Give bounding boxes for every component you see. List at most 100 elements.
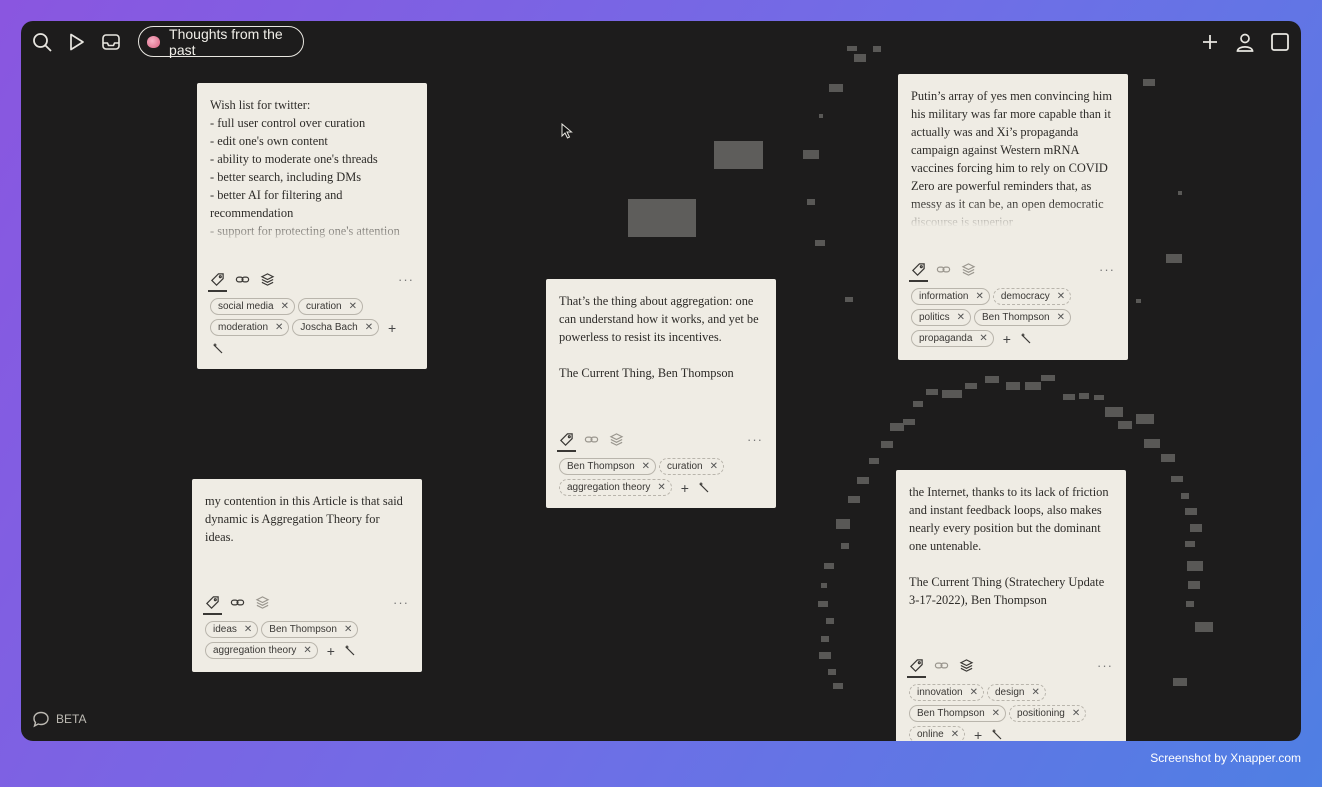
- remove-tag-icon[interactable]: ✕: [344, 624, 352, 635]
- remove-tag-icon[interactable]: ✕: [275, 322, 283, 333]
- tag-chip[interactable]: innovation ✕: [909, 684, 984, 701]
- plus-icon[interactable]: [1199, 31, 1221, 53]
- link-icon[interactable]: [235, 272, 250, 287]
- remove-tag-icon[interactable]: ✕: [970, 687, 978, 698]
- tag-icon[interactable]: [909, 262, 928, 282]
- add-tag-icon[interactable]: +: [385, 319, 399, 336]
- magic-wand-icon[interactable]: [1020, 330, 1034, 347]
- tag-chip[interactable]: positioning ✕: [1009, 705, 1087, 722]
- remove-tag-icon[interactable]: ✕: [303, 645, 311, 656]
- tag-icon[interactable]: [907, 658, 926, 678]
- more-options-icon[interactable]: ···: [747, 432, 763, 447]
- tag-list: information ✕ democracy ✕ politics ✕ Ben Th…: [911, 288, 1111, 347]
- remove-tag-icon[interactable]: ✕: [957, 312, 965, 323]
- tag-chip[interactable]: Ben Thompson ✕: [559, 458, 657, 475]
- graph-node-block: [815, 240, 825, 246]
- user-icon[interactable]: [1234, 31, 1256, 53]
- card-toolbar: ···: [907, 656, 1113, 678]
- remove-tag-icon[interactable]: ✕: [1031, 687, 1039, 698]
- inbox-icon[interactable]: [100, 31, 122, 53]
- remove-tag-icon[interactable]: ✕: [1057, 291, 1065, 302]
- remove-tag-icon[interactable]: ✕: [951, 729, 959, 740]
- tag-chip[interactable]: ideas ✕: [205, 621, 259, 638]
- tag-chip[interactable]: aggregation theory ✕: [205, 642, 318, 659]
- note-card[interactable]: Wish list for twitter: - full user contr…: [197, 83, 427, 369]
- remove-tag-icon[interactable]: ✕: [979, 333, 987, 344]
- more-options-icon[interactable]: ···: [1099, 262, 1115, 277]
- tag-icon[interactable]: [203, 595, 222, 615]
- remove-tag-icon[interactable]: ✕: [365, 322, 373, 333]
- tag-chip[interactable]: Ben Thompson ✕: [261, 621, 359, 638]
- view-selector[interactable]: Thoughts from the past: [138, 26, 304, 58]
- graph-node-block: [942, 390, 962, 398]
- tag-chip[interactable]: Joscha Bach ✕: [292, 319, 380, 336]
- magic-wand-icon[interactable]: [698, 479, 712, 496]
- beta-feedback[interactable]: BETA: [32, 710, 86, 728]
- link-icon[interactable]: [936, 262, 951, 277]
- magic-wand-icon[interactable]: [344, 642, 358, 659]
- note-card[interactable]: That’s the thing about aggregation: one …: [546, 279, 776, 508]
- tag-chip[interactable]: design ✕: [986, 684, 1046, 701]
- add-tag-icon[interactable]: +: [1000, 330, 1014, 347]
- magic-wand-icon[interactable]: [212, 340, 420, 357]
- tag-list: Ben Thompson ✕ curation ✕ aggregation theo…: [559, 458, 759, 496]
- more-options-icon[interactable]: ···: [398, 272, 414, 287]
- remove-tag-icon[interactable]: ✕: [657, 482, 665, 493]
- note-card[interactable]: the Internet, thanks to its lack of fric…: [896, 470, 1126, 741]
- remove-tag-icon[interactable]: ✕: [710, 461, 718, 472]
- remove-tag-icon[interactable]: ✕: [281, 301, 289, 312]
- graph-node-block: [873, 46, 881, 52]
- graph-node-block: [913, 401, 923, 407]
- graph-node-block: [1185, 541, 1195, 547]
- add-tag-icon[interactable]: +: [971, 726, 985, 742]
- tag-chip[interactable]: curation ✕: [297, 298, 363, 315]
- more-options-icon[interactable]: ···: [393, 595, 409, 610]
- layers-icon[interactable]: [961, 262, 976, 277]
- tag-chip[interactable]: moderation ✕: [210, 319, 290, 336]
- link-icon[interactable]: [230, 595, 245, 610]
- tag-chip[interactable]: propaganda ✕: [911, 330, 994, 347]
- tag-chip[interactable]: politics ✕: [911, 309, 971, 326]
- remove-tag-icon[interactable]: ✕: [1057, 312, 1065, 323]
- layers-icon[interactable]: [959, 658, 974, 673]
- tag-chip[interactable]: social media ✕: [210, 298, 295, 315]
- layers-icon[interactable]: [255, 595, 270, 610]
- remove-tag-icon[interactable]: ✕: [244, 624, 252, 635]
- note-text: Putin’s array of yes men convincing him …: [911, 87, 1115, 227]
- tag-chip[interactable]: information ✕: [911, 288, 990, 305]
- remove-tag-icon[interactable]: ✕: [992, 708, 1000, 719]
- remove-tag-icon[interactable]: ✕: [975, 291, 983, 302]
- play-icon[interactable]: [65, 31, 87, 53]
- tag-icon[interactable]: [208, 272, 227, 292]
- graph-node-block: [1143, 79, 1155, 86]
- magic-wand-icon[interactable]: [991, 726, 1005, 741]
- link-icon[interactable]: [934, 658, 949, 673]
- layers-icon[interactable]: [609, 432, 624, 447]
- tag-chip[interactable]: Ben Thompson ✕: [973, 309, 1071, 326]
- remove-tag-icon[interactable]: ✕: [349, 301, 357, 312]
- add-tag-icon[interactable]: +: [324, 642, 338, 659]
- add-tag-icon[interactable]: +: [678, 479, 692, 496]
- note-card[interactable]: Putin’s array of yes men convincing him …: [898, 74, 1128, 360]
- graph-node-block: [985, 376, 999, 383]
- note-card[interactable]: my contention in this Article is that sa…: [192, 479, 422, 672]
- graph-node-block: [836, 519, 850, 529]
- search-icon[interactable]: [31, 31, 53, 53]
- remove-tag-icon[interactable]: ✕: [642, 461, 650, 472]
- more-options-icon[interactable]: ···: [1097, 658, 1113, 673]
- graph-node-block: [1187, 561, 1203, 571]
- tag-chip[interactable]: curation ✕: [659, 458, 724, 475]
- link-icon[interactable]: [584, 432, 599, 447]
- graph-node-block: [818, 601, 828, 607]
- graph-node-block: [1118, 421, 1132, 429]
- tag-chip[interactable]: democracy ✕: [992, 288, 1072, 305]
- tag-icon[interactable]: [557, 432, 576, 452]
- graph-node-block: [819, 114, 823, 118]
- layers-icon[interactable]: [260, 272, 275, 287]
- note-text: That’s the thing about aggregation: one …: [559, 294, 759, 380]
- tag-chip[interactable]: Ben Thompson ✕: [909, 705, 1007, 722]
- window-icon[interactable]: [1269, 31, 1291, 53]
- tag-chip[interactable]: aggregation theory ✕: [559, 479, 672, 496]
- tag-chip[interactable]: online ✕: [909, 726, 966, 741]
- remove-tag-icon[interactable]: ✕: [1072, 708, 1080, 719]
